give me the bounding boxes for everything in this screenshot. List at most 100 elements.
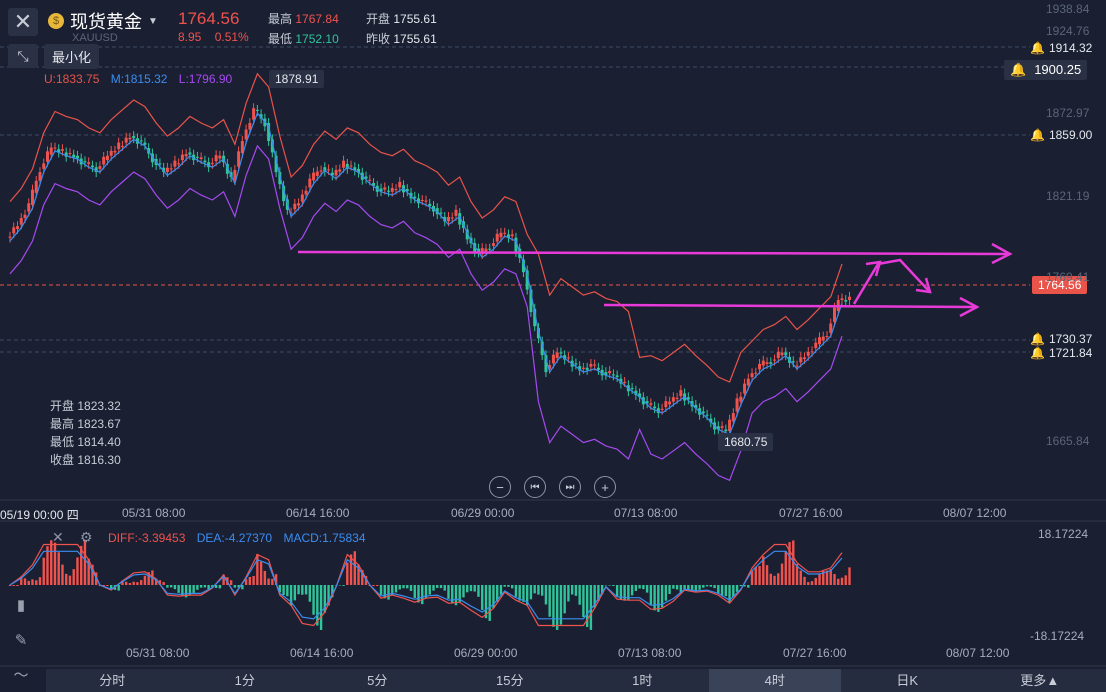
last-price: 1764.56	[178, 9, 240, 28]
candle-body	[334, 169, 338, 176]
candle-body	[383, 187, 387, 190]
candle-body	[83, 161, 87, 163]
candle-body	[30, 189, 34, 205]
candle-body	[720, 426, 724, 428]
cursor-open-value: 1823.32	[77, 399, 121, 413]
y-tick: 1665.84	[1046, 434, 1090, 448]
prev-value: 1755.61	[393, 32, 437, 46]
chart-canvas[interactable]	[0, 0, 1106, 692]
candle-body	[803, 357, 807, 360]
macd-x-tick: 06/14 16:00	[290, 646, 354, 660]
candle-body	[503, 232, 507, 234]
candle-body	[559, 352, 563, 354]
candle-body	[754, 372, 758, 374]
macd-histogram-bar	[462, 585, 465, 598]
price-change: 8.95 0.51%	[178, 30, 249, 44]
x-tick: 06/14 16:00	[286, 506, 350, 520]
tf-tab[interactable]: 15分	[444, 669, 577, 692]
change-value: 8.95	[178, 30, 202, 44]
alert-5[interactable]: 🔔 1721.84	[1030, 346, 1092, 360]
close-indicator-icon[interactable]: ✕	[52, 529, 64, 546]
symbol-selector[interactable]: $ 现货黄金 ▼	[48, 8, 158, 34]
line-indicator-icon[interactable]: 〜	[8, 661, 34, 687]
macd-histogram-bar	[657, 585, 660, 612]
macd-histogram-bar	[683, 585, 686, 590]
change-pct: 0.51%	[214, 30, 249, 44]
candle-body	[214, 155, 218, 162]
macd-histogram-bar	[229, 580, 233, 585]
settings-icon[interactable]: ⚙	[80, 529, 93, 546]
macd-histogram-bar	[379, 585, 383, 595]
resistance-arrow	[297, 250, 1009, 256]
pencil-icon[interactable]: ✎	[8, 627, 34, 653]
macd-histogram-bar	[765, 565, 769, 585]
candle-body	[649, 403, 653, 405]
macd-histogram-bar	[432, 585, 435, 591]
bar-chart-icon[interactable]: ▮	[8, 592, 34, 618]
candle-body	[596, 367, 600, 370]
macd-histogram-bar	[177, 585, 180, 593]
bollinger-legend: U:1833.75 M:1815.32 L:1796.90	[44, 72, 240, 86]
macd-histogram-bar	[124, 581, 128, 585]
candle-body	[319, 170, 323, 172]
alert-4[interactable]: 🔔 1730.37	[1030, 332, 1092, 346]
candle-body	[758, 363, 762, 370]
macd-histogram-bar	[724, 585, 728, 597]
tf-tab-selected[interactable]: 4时	[708, 669, 841, 692]
tf-tab[interactable]: 5分	[311, 669, 444, 692]
y-tick: 1821.19	[1046, 189, 1090, 203]
prev-label: 昨收	[366, 32, 391, 46]
candle-body	[653, 406, 657, 409]
bell-icon: 🔔	[1030, 128, 1045, 142]
candle-body	[255, 109, 259, 111]
tf-tab[interactable]: 更多▲	[974, 669, 1106, 692]
macd-histogram-bar	[537, 585, 540, 595]
close-button[interactable]: ✕	[8, 8, 38, 36]
next-button[interactable]: ⏭	[559, 476, 581, 498]
x-tick: 06/29 00:00	[451, 506, 515, 520]
candle-body	[195, 156, 199, 158]
high-marker: 1878.91	[269, 70, 325, 88]
alert-2[interactable]: 🔔 1900.25	[1004, 60, 1088, 80]
cursor-close-label: 收盘	[50, 453, 75, 467]
tf-tab[interactable]: 分时	[46, 669, 179, 692]
macd-histogram-bar	[514, 585, 518, 597]
zoom-out-button[interactable]: −	[489, 476, 511, 498]
cursor-high: 最高 1823.67	[50, 415, 121, 432]
candle-body	[439, 212, 443, 214]
macd-histogram-bar	[833, 573, 836, 585]
candle-body	[825, 336, 829, 338]
candle-body	[252, 108, 256, 120]
alert-value: 1721.84	[1048, 346, 1093, 360]
candle-body	[42, 163, 46, 169]
macd-histogram-bar	[139, 580, 143, 585]
macd-histogram-bar	[293, 585, 297, 601]
cursor-high-label: 最高	[50, 417, 75, 431]
prev-button[interactable]: ⏮	[524, 476, 546, 498]
candle-body	[679, 390, 683, 397]
alert-1[interactable]: 🔔 1914.32	[1030, 41, 1092, 55]
minimize-button[interactable]: ⤡	[8, 44, 38, 68]
macd-histogram-bar	[825, 570, 829, 585]
macd-legend: DIFF:-3.39453 DEA:-4.27370 MACD:1.75834	[108, 531, 366, 545]
tf-tab[interactable]: 日K	[841, 669, 974, 692]
macd-histogram-bar	[199, 585, 203, 588]
candle-body	[420, 200, 424, 201]
candle-body	[705, 414, 709, 416]
candle-body	[143, 142, 147, 145]
symbol-name: 现货黄金	[70, 12, 142, 33]
tf-tab[interactable]: 1分	[179, 669, 312, 692]
candles	[8, 103, 851, 437]
macd-histogram-bar	[346, 562, 349, 585]
zoom-in-button[interactable]: +	[594, 476, 616, 498]
candle-body	[98, 166, 102, 169]
macd-histogram-bar	[840, 577, 844, 585]
candle-body	[780, 352, 784, 356]
candle-body	[424, 200, 428, 202]
alert-3[interactable]: 🔔 1859.00	[1030, 128, 1092, 142]
macd-histogram-bar	[376, 585, 379, 586]
macd-dea: DEA:-4.27370	[196, 531, 273, 545]
macd-histogram-bar	[27, 580, 30, 585]
macd-histogram-bar	[555, 585, 559, 630]
tf-tab[interactable]: 1时	[576, 669, 709, 692]
